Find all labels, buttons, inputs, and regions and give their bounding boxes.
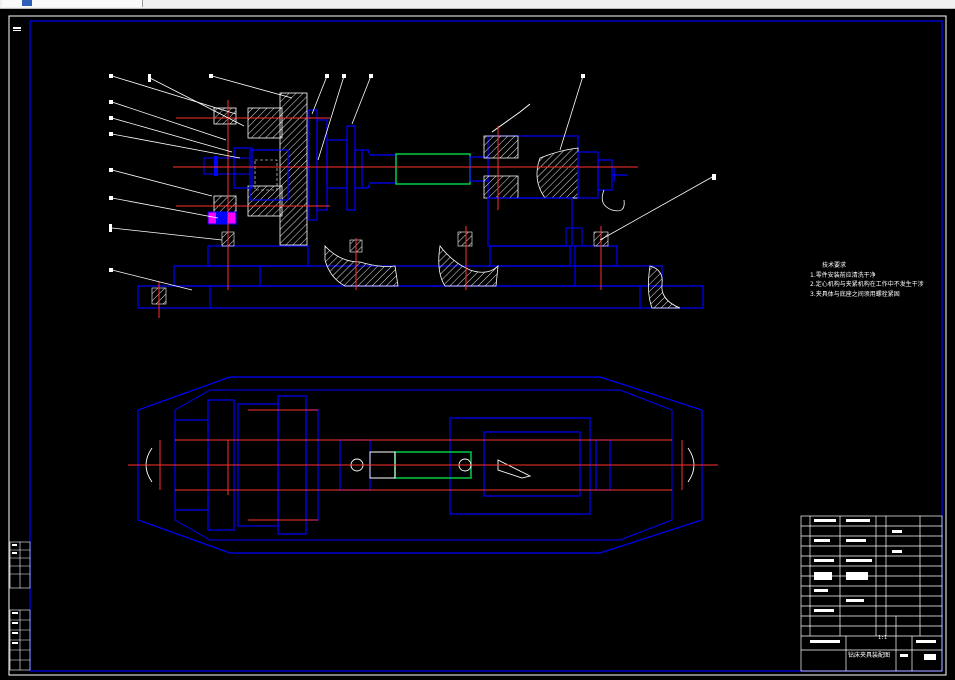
cad-drawing-canvas (8, 15, 947, 676)
drawing-title: 钻床夹具装配图 (848, 652, 891, 659)
drawing-tab[interactable] (2, 0, 143, 7)
tech-requirement-3: 3.夹具体与底座之间须用螺栓紧固 (810, 290, 900, 298)
spindle-shaft (354, 149, 397, 189)
leader-lines (111, 75, 715, 291)
left-table-marks (12, 544, 18, 644)
drawing-file-icon (22, 0, 32, 6)
tech-requirements-heading: 技术要求 (822, 262, 847, 269)
cad-drawing-viewport[interactable]: 技术要求 1.零件安装前应清洗干净 2.定心机构与夹紧机构在工作中不发生干涉 3… (0, 9, 955, 680)
technical-requirements: 技术要求 1.零件安装前应清洗干净 2.定心机构与夹紧机构在工作中不发生干涉 3… (810, 261, 924, 299)
left-clamp-body (203, 92, 356, 246)
left-revision-table (9, 541, 31, 671)
front-view (109, 74, 716, 318)
workpiece (395, 153, 471, 185)
application-tab-strip (0, 0, 955, 9)
base-breakout-section-3 (648, 265, 681, 309)
frame-marker (13, 27, 21, 31)
tech-requirement-1: 1.零件安装前应清洗干净 (810, 271, 876, 279)
tech-requirement-2: 2.定心机构与夹紧机构在工作中不发生干涉 (810, 281, 924, 288)
drawing-scale: 1:1 (878, 635, 888, 641)
right-support (483, 103, 628, 247)
drawing-inner-frame (29, 20, 943, 672)
top-center-lines (128, 409, 718, 521)
title-block-text-fills (810, 519, 936, 660)
base-plate (137, 245, 704, 309)
top-view (128, 376, 718, 554)
